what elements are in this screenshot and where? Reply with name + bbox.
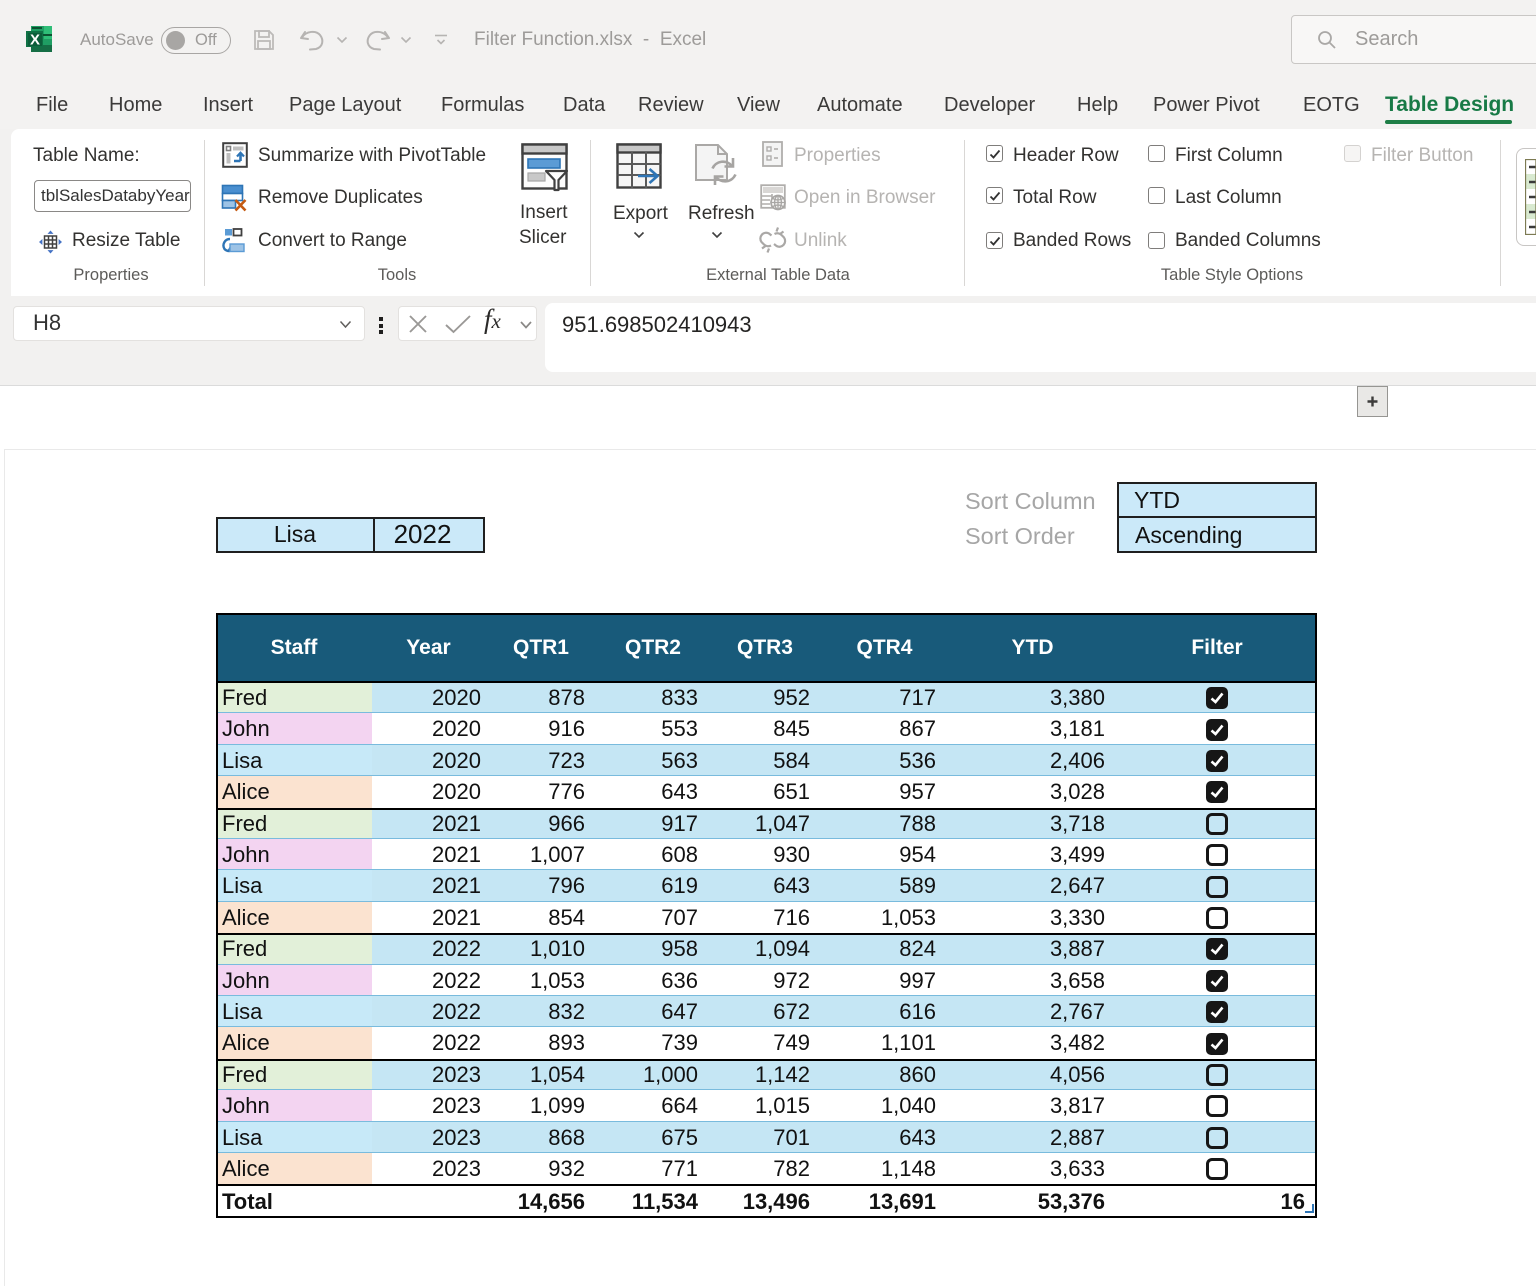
- svg-text:X: X: [30, 32, 40, 49]
